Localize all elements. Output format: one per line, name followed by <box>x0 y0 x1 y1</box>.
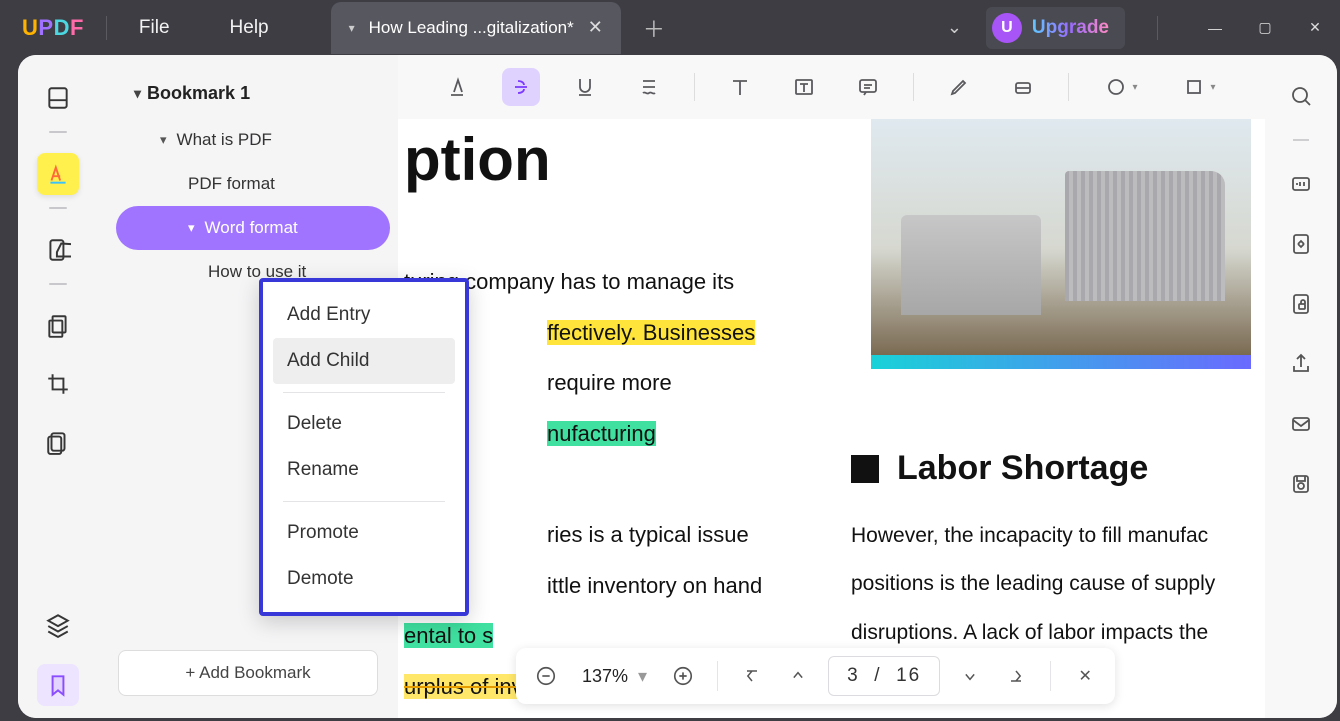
last-page-button[interactable] <box>1000 660 1032 692</box>
title-bar: UPDF File Help ▾ How Leading ...gitaliza… <box>0 0 1340 55</box>
rail-pages[interactable] <box>37 305 79 347</box>
left-rail <box>18 55 98 718</box>
zoom-in-button[interactable] <box>667 660 699 692</box>
page-canvas[interactable]: ption turing company has to manage its x… <box>398 119 1265 718</box>
next-page-button[interactable] <box>954 660 986 692</box>
tool-strikethrough[interactable] <box>502 68 540 106</box>
protect-icon[interactable] <box>1284 287 1318 321</box>
tab-title: How Leading ...gitalization* <box>369 18 574 38</box>
convert-icon[interactable] <box>1284 227 1318 261</box>
menu-file[interactable]: File <box>129 13 180 43</box>
add-bookmark-button[interactable]: + Add Bookmark <box>118 650 378 696</box>
ctx-delete[interactable]: Delete <box>273 401 455 447</box>
ctx-demote[interactable]: Demote <box>273 556 455 602</box>
app-logo: UPDF <box>22 15 84 41</box>
rail-separator <box>49 131 67 133</box>
rail-compare[interactable] <box>37 421 79 463</box>
ctx-add-child[interactable]: Add Child <box>273 338 455 384</box>
window-close[interactable]: ✕ <box>1290 0 1340 55</box>
save-icon[interactable] <box>1284 467 1318 501</box>
bookmark-item-word-format[interactable]: Word format <box>116 206 390 250</box>
tool-note[interactable] <box>849 68 887 106</box>
share-icon[interactable] <box>1284 347 1318 381</box>
close-panel-button[interactable]: ✕ <box>1069 660 1101 692</box>
window-minimize[interactable]: — <box>1190 0 1240 55</box>
rail-highlighter[interactable] <box>37 153 79 195</box>
article-image <box>871 119 1251 369</box>
document-tab[interactable]: ▾ How Leading ...gitalization* ✕ <box>331 2 621 54</box>
zoom-out-button[interactable] <box>530 660 562 692</box>
tab-menu-icon[interactable]: ▾ <box>349 21 355 35</box>
tab-overflow-icon[interactable]: ⌄ <box>933 9 976 46</box>
bullet-square-icon <box>851 455 879 483</box>
rail-crop[interactable] <box>37 363 79 405</box>
prev-page-button[interactable] <box>782 660 814 692</box>
rail-bookmarks[interactable] <box>37 664 79 706</box>
window-maximize[interactable]: ▢ <box>1240 0 1290 55</box>
bookmark-item-what-is-pdf[interactable]: What is PDF <box>98 118 398 162</box>
tool-underline[interactable] <box>566 68 604 106</box>
rail-separator <box>49 283 67 285</box>
page-indicator[interactable]: 3 / 16 <box>828 656 940 696</box>
bookmark-root[interactable]: Bookmark 1 <box>98 83 398 104</box>
menu-help[interactable]: Help <box>220 13 279 43</box>
rail-layers[interactable] <box>37 604 79 646</box>
page-navigator: 137%▾ 3 / 16 ✕ <box>516 648 1115 704</box>
search-icon[interactable] <box>1284 79 1318 113</box>
mail-icon[interactable] <box>1284 407 1318 441</box>
tool-stamp[interactable]: ▾ <box>1173 68 1225 106</box>
annotate-toolbar: ▾ ▾ <box>398 55 1265 119</box>
ctx-add-entry[interactable]: Add Entry <box>273 292 455 338</box>
first-page-button[interactable] <box>736 660 768 692</box>
right-rail <box>1265 55 1337 718</box>
body-text: turing company has to manage its xxxxxxx… <box>404 257 924 712</box>
avatar: U <box>992 13 1022 43</box>
tool-textbox[interactable] <box>785 68 823 106</box>
rail-separator <box>49 207 67 209</box>
bookmark-item-pdf-format[interactable]: PDF format <box>98 162 398 206</box>
upgrade-button[interactable]: U Upgrade <box>986 7 1125 49</box>
bookmark-context-menu: Add Entry Add Child Delete Rename Promot… <box>259 278 469 616</box>
new-tab-button[interactable]: ＋ <box>621 12 687 44</box>
tab-close-icon[interactable]: ✕ <box>588 17 603 38</box>
rail-thumbnails[interactable] <box>37 77 79 119</box>
tool-eraser[interactable] <box>1004 68 1042 106</box>
column-2: Labor Shortage However, the incapacity t… <box>851 449 1251 657</box>
tool-pencil[interactable] <box>940 68 978 106</box>
tool-text[interactable] <box>721 68 759 106</box>
document-area: ▾ ▾ ption turing company has to manage i… <box>398 55 1265 718</box>
tool-shape[interactable]: ▾ <box>1095 68 1147 106</box>
heading-fragment: ption <box>404 125 551 194</box>
upgrade-label: Upgrade <box>1032 17 1109 39</box>
tool-squiggly[interactable] <box>630 68 668 106</box>
zoom-level[interactable]: 137%▾ <box>576 666 653 687</box>
tool-highlight[interactable] <box>438 68 476 106</box>
ctx-promote[interactable]: Promote <box>273 510 455 556</box>
rail-edit[interactable] <box>37 229 79 271</box>
ctx-rename[interactable]: Rename <box>273 447 455 493</box>
ocr-icon[interactable] <box>1284 167 1318 201</box>
